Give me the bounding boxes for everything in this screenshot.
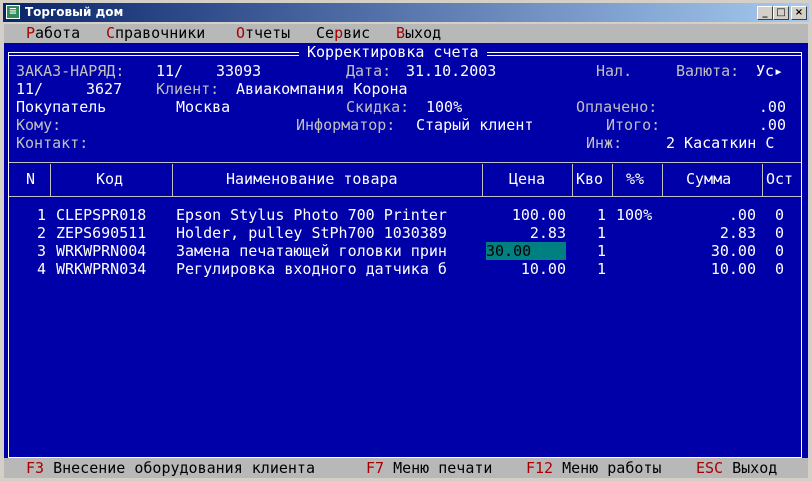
app-icon: ≡	[6, 5, 20, 19]
fkey-esc[interactable]: ESC Выход	[696, 458, 777, 478]
row-number: 3	[36, 242, 46, 260]
discount-label: Скидка:	[346, 98, 410, 116]
row-qty: 1	[596, 260, 606, 278]
price-edit-field[interactable]: 30.00	[486, 242, 566, 260]
row-number: 1	[36, 206, 46, 224]
fkey-f7[interactable]: F7 Меню печати	[366, 458, 492, 478]
app-window: ≡ Торговый дом _ □ × Работа Справочники …	[0, 0, 812, 481]
row-code: WRKWPRN004	[56, 242, 147, 260]
to-label: Кому:	[16, 116, 62, 134]
row-name: Holder, pulley StPh700 1030389	[176, 224, 447, 242]
form-title: Корректировка счета	[299, 43, 487, 61]
client-number-prefix: 11/	[16, 80, 44, 98]
row-rest: 0	[775, 242, 785, 260]
menu-rabota[interactable]: Работа	[26, 24, 80, 43]
minimize-button[interactable]: _	[757, 6, 773, 20]
row-rest: 0	[775, 260, 785, 278]
column-header-n: N	[26, 170, 36, 188]
menu-spravochniki[interactable]: Справочники	[106, 24, 205, 43]
column-divider	[572, 164, 573, 196]
fkey-f12[interactable]: F12 Меню работы	[526, 458, 661, 478]
column-divider	[762, 164, 763, 196]
row-code: CLEPSPR018	[56, 206, 147, 224]
column-header-price: Цена	[509, 170, 546, 188]
column-header-pct: %%	[626, 170, 645, 188]
frame-border	[8, 52, 9, 458]
row-sum: .00	[728, 206, 756, 224]
column-header-qty: Кво	[576, 170, 604, 188]
row-pct: 100%	[616, 206, 653, 224]
menu-otchety[interactable]: Отчеты	[236, 24, 290, 43]
order-number[interactable]: 33093	[216, 62, 261, 80]
discount-field[interactable]: 100%	[426, 98, 462, 116]
window-title: Торговый дом	[25, 5, 124, 19]
row-name: Регулировка входного датчика б	[176, 260, 447, 278]
restore-button[interactable]: □	[773, 6, 789, 20]
column-divider	[482, 164, 483, 196]
client-label: Клиент:	[156, 80, 220, 98]
row-price: 10.00	[520, 260, 566, 278]
row-sum: 30.00	[710, 242, 756, 260]
engineer-label: Инж:	[586, 134, 623, 152]
column-divider	[50, 164, 51, 196]
buyer-label: Покупатель	[16, 98, 107, 116]
row-qty: 1	[596, 206, 606, 224]
column-divider	[662, 164, 663, 196]
column-divider	[612, 164, 613, 196]
order-number-prefix: 11/	[156, 62, 184, 80]
total-value: .00	[758, 116, 786, 134]
date-field[interactable]: 31.10.2003	[406, 62, 496, 80]
row-sum: 2.83	[719, 224, 756, 242]
row-sum: 10.00	[710, 260, 756, 278]
menu-servis[interactable]: Сервис	[316, 24, 370, 43]
row-rest: 0	[775, 206, 785, 224]
fkey-f3[interactable]: F3 Внесение оборудования клиента	[26, 458, 315, 478]
order-label: ЗАКАЗ-НАРЯД:	[16, 62, 125, 80]
informer-label: Информатор:	[296, 116, 396, 134]
buyer-field[interactable]: Москва	[176, 98, 230, 116]
column-divider	[172, 164, 173, 196]
currency-field[interactable]: Ус▸	[756, 62, 783, 80]
column-header-name: Наименование товара	[226, 170, 398, 188]
column-header-code: Код	[96, 170, 124, 188]
row-number: 4	[36, 260, 46, 278]
informer-field[interactable]: Старый клиент	[416, 116, 533, 134]
menu-vyhod[interactable]: Выход	[396, 24, 441, 43]
client-number[interactable]: 3627	[86, 80, 122, 98]
total-label: Итого:	[606, 116, 661, 134]
row-name: Epson Stylus Photo 700 Printer	[176, 206, 447, 224]
row-qty: 1	[596, 224, 606, 242]
paid-label: Оплачено:	[576, 98, 658, 116]
currency-label: Валюта:	[676, 62, 740, 80]
row-price: 100.00	[511, 206, 566, 224]
date-label: Дата:	[346, 62, 392, 80]
close-button[interactable]: ×	[791, 6, 807, 20]
title-bar[interactable]: ≡ Торговый дом _ □ ×	[3, 3, 809, 22]
frame-border	[801, 52, 802, 458]
row-price: 2.83	[529, 224, 566, 242]
column-header-sum: Сумма	[686, 170, 732, 188]
contact-label: Контакт:	[16, 134, 89, 152]
table-header-bottom-line	[9, 196, 801, 197]
payment-type[interactable]: Нал.	[596, 62, 632, 80]
row-qty: 1	[596, 242, 606, 260]
client-field[interactable]: Авиакомпания Корона	[236, 80, 408, 98]
function-key-bar: F3 Внесение оборудования клиента F7 Меню…	[4, 458, 808, 478]
row-code: ZEPS690511	[56, 224, 147, 242]
column-header-rest: Ост	[766, 170, 794, 188]
row-number: 2	[36, 224, 46, 242]
menu-bar: Работа Справочники Отчеты Сервис Выход	[4, 24, 808, 43]
row-name: Замена печатающей головки прин	[176, 242, 447, 260]
row-rest: 0	[775, 224, 785, 242]
table-header-top-line	[9, 162, 801, 163]
paid-value: .00	[758, 98, 786, 116]
row-code: WRKWPRN034	[56, 260, 147, 278]
console-area: Работа Справочники Отчеты Сервис Выход К…	[4, 24, 808, 478]
engineer-field[interactable]: 2 Касаткин С	[666, 134, 774, 152]
